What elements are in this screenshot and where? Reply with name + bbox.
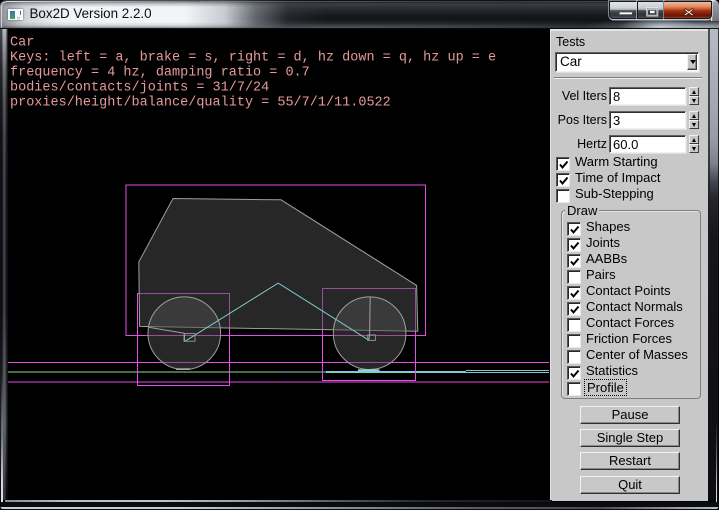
svg-text:proxies/height/balance/quality: proxies/height/balance/quality = 55/7/1/… <box>10 96 391 111</box>
svg-text:frequency = 4 hz, damping rati: frequency = 4 hz, damping ratio = 0.7 <box>10 66 310 81</box>
svg-text:Keys: left = a, brake = s, rig: Keys: left = a, brake = s, right = d, hz… <box>10 51 496 66</box>
svg-text:Car: Car <box>10 36 34 51</box>
svg-text:bodies/contacts/joints = 31/7/: bodies/contacts/joints = 31/7/24 <box>10 81 269 96</box>
